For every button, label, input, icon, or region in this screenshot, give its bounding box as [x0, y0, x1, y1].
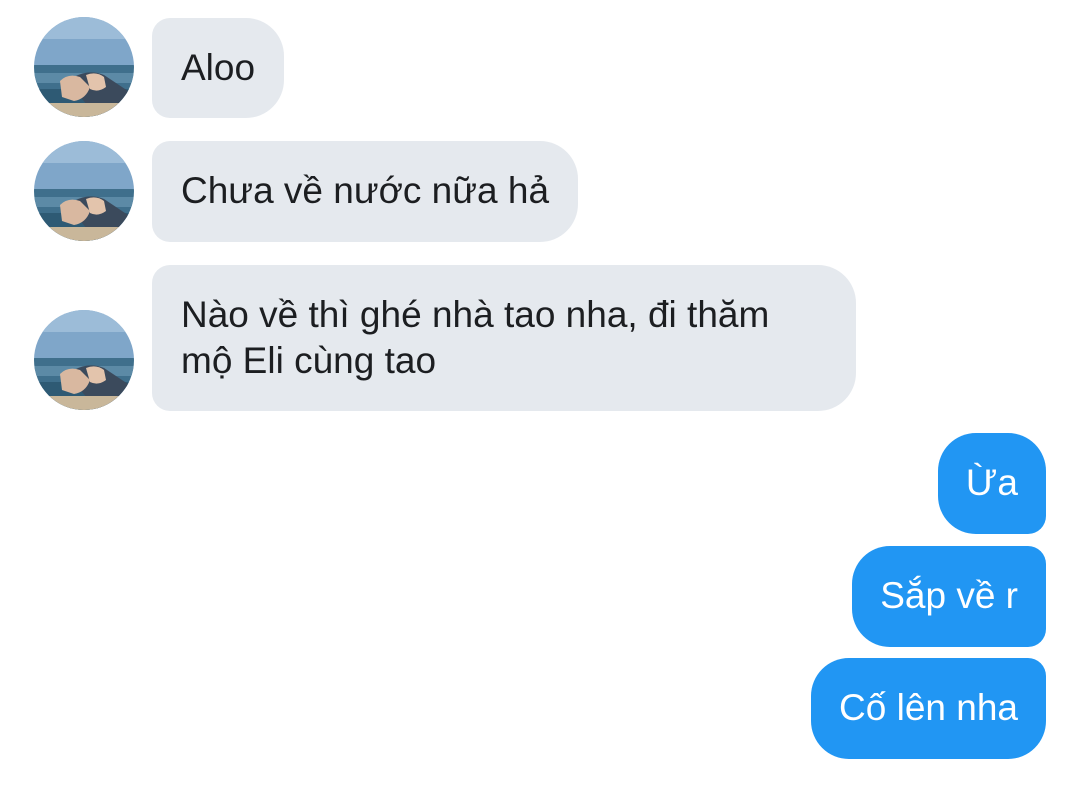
outgoing-message-bubble[interactable]: Sắp về r [852, 546, 1046, 647]
incoming-message-bubble[interactable]: Chưa về nước nữa hả [152, 141, 579, 242]
contact-avatar[interactable] [34, 310, 134, 410]
message-text: Aloo [181, 47, 256, 88]
message-text: Ừa [965, 462, 1018, 503]
incoming-message-bubble[interactable]: Nào về thì ghé nhà tao nha, đi thăm mộ E… [152, 265, 856, 411]
beach-photo-avatar-icon [34, 17, 134, 117]
message-text: Chưa về nước nữa hả [181, 170, 550, 211]
message-text: Nào về thì ghé nhà tao nha, đi thăm mộ E… [181, 294, 770, 381]
outgoing-message-bubble[interactable]: Cố lên nha [811, 658, 1046, 759]
message-text: Cố lên nha [839, 687, 1018, 728]
message-text: Sắp về r [880, 575, 1018, 616]
beach-photo-avatar-icon [34, 310, 134, 410]
incoming-message-bubble[interactable]: Aloo [152, 18, 285, 118]
beach-photo-avatar-icon [34, 141, 134, 241]
outgoing-message-bubble[interactable]: Ừa [937, 433, 1046, 534]
contact-avatar[interactable] [34, 17, 134, 117]
contact-avatar[interactable] [34, 141, 134, 241]
